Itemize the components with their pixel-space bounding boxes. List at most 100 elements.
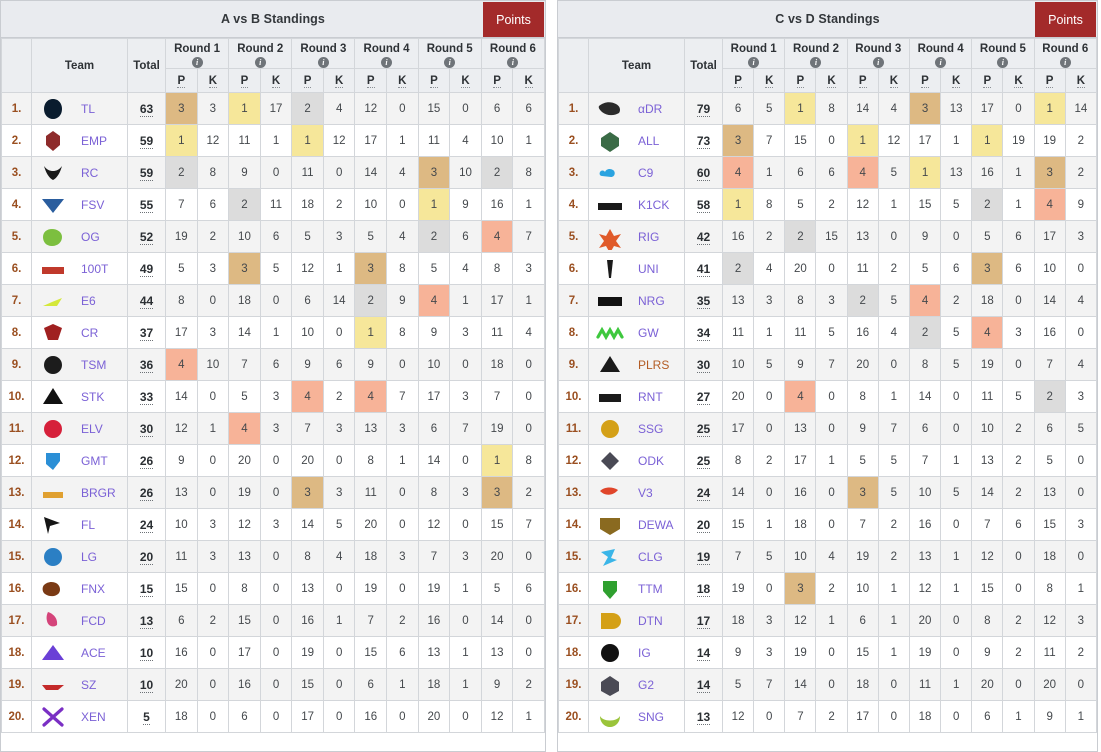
team-name-link[interactable]: FL [81, 518, 95, 532]
column-header-round-4-points[interactable]: P [908, 68, 942, 93]
total-value: 10 [139, 677, 154, 693]
total-cell: 13 [127, 604, 166, 637]
team-name-link[interactable]: GMT [81, 454, 108, 468]
column-header-round-2-kills[interactable]: K [259, 68, 293, 93]
column-header-round-4-points[interactable]: P [354, 68, 388, 93]
team-name-link[interactable]: XEN [81, 710, 106, 724]
team-name-link[interactable]: αDR [638, 102, 662, 116]
team-name-link[interactable]: SNG [638, 710, 664, 724]
info-icon[interactable]: i [748, 57, 760, 68]
column-header-round-3-points[interactable]: P [291, 68, 324, 93]
info-icon[interactable]: i [191, 57, 203, 68]
round-2-placement-cell: 14 [228, 316, 261, 349]
round-3-placement-cell: 4 [291, 380, 324, 413]
column-header-round-2-kills[interactable]: K [815, 68, 848, 93]
column-header-round-6-kills[interactable]: K [1064, 68, 1098, 93]
info-icon[interactable]: i [444, 57, 456, 68]
round-label: Round 4 [917, 43, 964, 55]
column-header-round-2-points[interactable]: P [228, 68, 261, 93]
team-name-link[interactable]: TL [81, 102, 95, 116]
column-header-round-5-kills[interactable]: K [449, 68, 482, 93]
team-name-link[interactable]: TSM [81, 358, 106, 372]
team-name-link[interactable]: DEWA [638, 518, 674, 532]
team-name-link[interactable]: LG [81, 550, 97, 564]
team-name-link[interactable]: 100T [81, 262, 108, 276]
round-2-placement-cell: 3 [228, 252, 261, 285]
info-icon[interactable]: i [872, 57, 884, 68]
column-header-round-5-points[interactable]: P [971, 68, 1004, 93]
column-header-round-3-kills[interactable]: K [877, 68, 910, 93]
team-name-link[interactable]: SSG [638, 422, 663, 436]
team-name-link[interactable]: RNT [638, 390, 663, 404]
info-icon[interactable]: i [1059, 57, 1071, 68]
column-header-team[interactable]: Team [588, 38, 685, 93]
team-name-link[interactable]: UNI [638, 262, 659, 276]
column-header-round-6-points[interactable]: P [480, 68, 514, 93]
subheader-label: K [524, 74, 533, 88]
info-icon[interactable]: i [997, 57, 1009, 68]
team-name-link[interactable]: ACE [81, 646, 106, 660]
team-name-link[interactable]: PLRS [638, 358, 669, 372]
info-icon[interactable]: i [254, 57, 266, 68]
team-name-link[interactable]: FNX [81, 582, 105, 596]
team-name-link[interactable]: DTN [638, 614, 663, 628]
round-4-placement-cell: 15 [354, 636, 388, 669]
points-button[interactable]: Points [483, 2, 544, 37]
round-5-kills-cell: 0 [1002, 572, 1035, 605]
column-header-round-1-points[interactable]: P [721, 68, 755, 93]
info-icon[interactable]: i [317, 57, 329, 68]
team-name-link[interactable]: V3 [638, 486, 653, 500]
column-header-round-5-points[interactable]: P [417, 68, 451, 93]
round-4-placement-cell: 20 [354, 508, 388, 541]
team-name-link[interactable]: FCD [81, 614, 106, 628]
column-header-round-1-points[interactable]: P [165, 68, 198, 93]
team-name-link[interactable]: K1CK [638, 198, 669, 212]
team-name-link[interactable]: C9 [638, 166, 653, 180]
round-4-placement-cell: 4 [354, 380, 388, 413]
column-header-round-4-kills[interactable]: K [386, 68, 419, 93]
column-header-round-1-kills[interactable]: K [753, 68, 786, 93]
info-icon[interactable]: i [810, 57, 822, 68]
team-name-link[interactable]: GW [638, 326, 659, 340]
column-header-round-3-points[interactable]: P [846, 68, 879, 93]
team-name-link[interactable]: G2 [638, 678, 654, 692]
round-2-kills-cell: 0 [259, 572, 293, 605]
team-name-link[interactable]: NRG [638, 294, 665, 308]
column-header-total[interactable]: Total [127, 38, 166, 93]
flash-logo [36, 512, 70, 538]
team-name-link[interactable]: RIG [638, 230, 659, 244]
team-name-link[interactable]: CR [81, 326, 98, 340]
team-name-link[interactable]: E6 [81, 294, 96, 308]
info-icon[interactable]: i [507, 57, 519, 68]
team-name-link[interactable]: ELV [81, 422, 103, 436]
column-header-round-2-points[interactable]: P [784, 68, 817, 93]
column-header-round-5-kills[interactable]: K [1002, 68, 1035, 93]
team-name-link[interactable]: EMP [81, 134, 107, 148]
column-header-round-6-kills[interactable]: K [512, 68, 545, 93]
team-name-link[interactable]: TTM [638, 582, 663, 596]
team-name-link[interactable]: FSV [81, 198, 104, 212]
points-button[interactable]: Points [1035, 2, 1096, 37]
column-header-round-4-kills[interactable]: K [940, 68, 973, 93]
round-1-kills-cell: 3 [753, 604, 786, 637]
column-header-round-1-kills[interactable]: K [196, 68, 230, 93]
column-header-team[interactable]: Team [31, 38, 128, 93]
subheader-label: K [889, 74, 899, 88]
team-name-link[interactable]: IG [638, 646, 651, 660]
column-header-round-3-kills[interactable]: K [322, 68, 356, 93]
team-name-link[interactable]: CLG [638, 550, 663, 564]
team-name-link[interactable]: STK [81, 390, 104, 404]
column-header-total[interactable]: Total [684, 38, 723, 93]
info-icon[interactable]: i [381, 57, 393, 68]
team-name-link[interactable]: ODK [638, 454, 664, 468]
team-name-link[interactable]: ALL [638, 134, 659, 148]
column-header-round-6-points[interactable]: P [1033, 68, 1066, 93]
info-icon[interactable]: i [935, 57, 947, 68]
team-name-link[interactable]: BRGR [81, 486, 116, 500]
total-cell: 35 [684, 284, 723, 317]
team-name-link[interactable]: RC [81, 166, 98, 180]
table-row: 1. αDR 79 6 5 1 8 14 4 3 13 17 0 1 14 [558, 92, 1098, 125]
team-name-link[interactable]: OG [81, 230, 100, 244]
round-6-placement-cell: 2 [1033, 380, 1066, 413]
team-name-link[interactable]: SZ [81, 678, 96, 692]
